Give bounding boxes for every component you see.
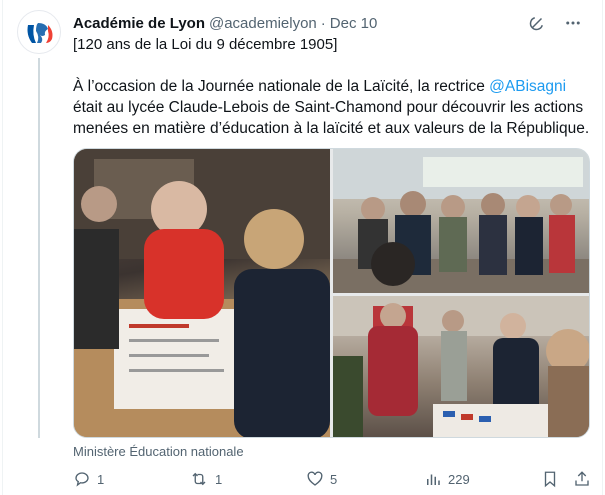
repost-count: 1 [215,471,223,487]
like-button[interactable]: 5 [306,470,337,488]
action-bar: 1 1 5 229 [73,470,593,492]
photo-group-hall[interactable] [333,149,589,293]
thread-line [38,58,40,438]
media-grid[interactable] [73,148,590,438]
like-count: 5 [330,471,338,487]
avatar[interactable] [17,10,61,54]
tweet-card[interactable]: Académie de Lyon @academielyon · Dec 10 … [2,0,603,495]
tweet-first-line: [120 ans de la Loi du 9 décembre 1905] [73,36,338,53]
reply-icon [73,470,91,488]
author-name[interactable]: Académie de Lyon [73,15,205,32]
views-icon [424,470,442,488]
reply-count: 1 [97,471,105,487]
separator-dot: · [320,14,326,32]
tweet-date[interactable]: Dec 10 [330,15,378,32]
media-caption: Ministère Éducation nationale [73,444,244,459]
repost-icon [189,470,209,488]
views-count: 229 [448,471,470,487]
marianne-logo-icon [27,23,53,43]
repost-button[interactable]: 1 [189,470,222,488]
tweet-text: À l’occasion de la Journée nationale de … [73,76,593,139]
tweet-text-part: À l’occasion de la Journée nationale de … [73,78,490,95]
mention-link[interactable]: @ABisagni [489,78,566,95]
bookmark-icon [541,470,559,488]
like-icon [306,470,324,488]
reply-button[interactable]: 1 [73,470,104,488]
photo-discussion[interactable] [333,296,589,437]
more-icon[interactable] [564,14,582,32]
tweet-header: Académie de Lyon @academielyon · Dec 10 [73,12,582,34]
grok-icon[interactable] [528,14,546,32]
share-button[interactable] [573,470,591,488]
tweet-text-part: était au lycée Claude-Lebois de Saint-Ch… [73,99,590,137]
photo-students-table[interactable] [74,149,330,437]
views-button[interactable]: 229 [424,470,470,488]
bookmark-button[interactable] [541,470,559,488]
share-icon [573,470,591,488]
author-handle[interactable]: @academielyon [209,15,317,32]
